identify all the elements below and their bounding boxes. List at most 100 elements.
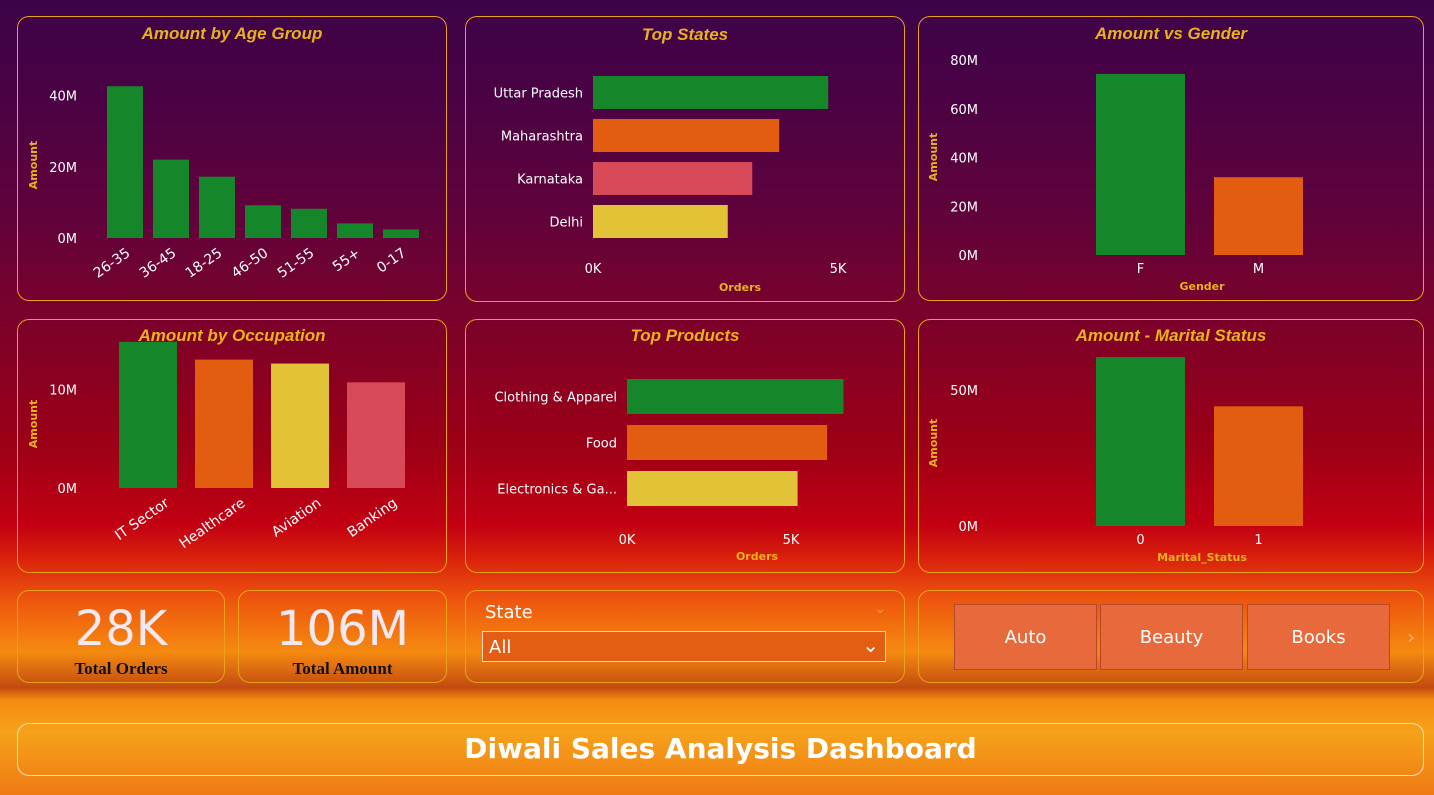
y-tick-label: 40M <box>950 152 978 167</box>
gender-bar-chart[interactable]: 0M 20M 40M 60M 80M Amount F M Gender <box>919 17 1425 302</box>
y-tick-label: 60M <box>950 103 978 118</box>
y-tick-label: 20M <box>49 161 77 176</box>
x-tick-label: 55+ <box>330 245 363 275</box>
bar[interactable] <box>593 76 829 109</box>
chevron-down-icon: ⌄ <box>862 633 879 657</box>
category-tile-books[interactable]: Books <box>1247 604 1390 670</box>
kpi-value: 28K <box>74 601 168 657</box>
state-dropdown[interactable]: All ⌄ <box>482 631 886 662</box>
bar[interactable] <box>383 229 419 238</box>
x-tick-label: 46-50 <box>229 245 272 281</box>
y-tick-label: 0M <box>58 232 78 247</box>
y-tick-label: Clothing & Apparel <box>494 391 617 406</box>
x-axis-title: Orders <box>719 281 762 294</box>
bar[interactable] <box>1214 406 1303 526</box>
bar[interactable] <box>1096 357 1185 526</box>
y-tick-label: 20M <box>950 200 978 215</box>
age-group-bar-chart[interactable]: 0M 20M 40M Amount 26-35 36-45 18-25 46-50 51-55 5… <box>18 17 448 302</box>
y-tick-label: Karnataka <box>517 173 583 188</box>
total-orders-card: 28K Total Orders <box>17 590 225 683</box>
gender-chart-panel: Amount vs Gender 0M 20M 40M 60M 80M Amount F M G… <box>918 16 1424 301</box>
x-tick-label: 0 <box>1136 533 1144 548</box>
tile-label: Beauty <box>1139 626 1204 648</box>
occupation-bar-chart[interactable]: 0M 10M Amount IT Sector Healthcare Aviation Ba… <box>18 320 448 574</box>
y-tick-label: Electronics & Ga... <box>497 483 617 498</box>
slicer-title: State <box>485 602 533 623</box>
bar[interactable] <box>627 471 798 506</box>
dashboard-title-banner: Diwali Sales Analysis Dashboard <box>17 723 1424 776</box>
y-tick-label: Delhi <box>550 216 583 231</box>
x-axis-title: Marital_Status <box>1157 551 1247 564</box>
bar[interactable] <box>291 208 327 238</box>
bar[interactable] <box>1214 177 1303 255</box>
x-tick-label: 0K <box>585 262 602 277</box>
bar[interactable] <box>195 359 253 488</box>
x-tick-label: 26-35 <box>91 245 134 281</box>
x-tick-label: 36-45 <box>137 245 180 281</box>
x-tick-label: 18-25 <box>183 245 226 281</box>
y-axis-title: Amount <box>27 400 40 448</box>
bar[interactable] <box>1096 73 1185 255</box>
x-tick-label: Healthcare <box>177 495 249 552</box>
bar[interactable] <box>593 205 728 238</box>
x-tick-label: 1 <box>1254 533 1262 548</box>
y-tick-label: 0M <box>959 520 979 535</box>
y-tick-label: 0M <box>959 249 979 264</box>
x-tick-label: 5K <box>830 262 847 277</box>
y-axis-title: Amount <box>927 133 940 181</box>
bar[interactable] <box>107 86 143 238</box>
total-amount-card: 106M Total Amount <box>238 590 447 683</box>
x-tick-label: IT Sector <box>112 495 172 544</box>
x-tick-label: 0-17 <box>374 245 409 276</box>
x-tick-label: M <box>1253 262 1264 277</box>
top-products-chart-panel: Top Products Clothing & Apparel Food Elect… <box>465 319 905 573</box>
occupation-chart-panel: Amount by Occupation 0M 10M Amount IT Secto… <box>17 319 447 573</box>
bar[interactable] <box>199 176 235 238</box>
y-tick-label: Maharashtra <box>501 130 583 145</box>
x-tick-label: 0K <box>619 533 636 548</box>
top-states-bar-chart[interactable]: Uttar Pradesh Maharashtra Karnataka Delhi 0K… <box>466 17 906 303</box>
bar[interactable] <box>627 379 844 414</box>
product-category-slicer: Auto Beauty Books › <box>918 590 1424 683</box>
marital-status-bar-chart[interactable]: 0M 50M Amount 0 1 Marital_Status <box>919 320 1425 574</box>
bar[interactable] <box>245 205 281 238</box>
y-tick-label: Uttar Pradesh <box>494 87 583 102</box>
bar[interactable] <box>337 223 373 238</box>
bar[interactable] <box>347 382 405 488</box>
kpi-label: Total Orders <box>74 659 168 678</box>
bar[interactable] <box>271 363 329 488</box>
category-tile-auto[interactable]: Auto <box>954 604 1097 670</box>
y-axis-title: Amount <box>27 141 40 189</box>
y-tick-label: 10M <box>49 383 77 398</box>
dashboard-title: Diwali Sales Analysis Dashboard <box>464 732 977 765</box>
x-tick-label: 51-55 <box>275 245 318 281</box>
kpi-value: 106M <box>275 601 410 657</box>
y-tick-label: Food <box>586 437 617 452</box>
y-axis-title: Amount <box>927 419 940 467</box>
dropdown-selected-value: All <box>489 637 512 658</box>
x-axis-title: Orders <box>736 550 779 563</box>
category-tile-beauty[interactable]: Beauty <box>1100 604 1243 670</box>
y-tick-label: 40M <box>49 90 77 105</box>
x-tick-label: F <box>1137 262 1144 277</box>
x-tick-label: Aviation <box>269 495 324 540</box>
y-tick-label: 50M <box>950 384 978 399</box>
x-tick-label: Banking <box>345 495 401 541</box>
chevron-right-icon[interactable]: › <box>1407 625 1415 649</box>
chevron-down-icon[interactable]: ⌄ <box>874 601 886 617</box>
x-axis-title: Gender <box>1179 280 1225 293</box>
top-states-chart-panel: Top States Uttar Pradesh Maharashtra Karna… <box>465 16 905 302</box>
bar[interactable] <box>593 119 780 152</box>
kpi-label: Total Amount <box>292 659 393 678</box>
state-slicer: State ⌄ All ⌄ <box>465 590 905 683</box>
x-tick-label: 5K <box>783 533 800 548</box>
bar[interactable] <box>153 159 189 238</box>
age-group-chart-panel: Amount by Age Group 0M 20M 40M Amount 26-35 3… <box>17 16 447 301</box>
y-tick-label: 0M <box>58 482 78 497</box>
bar[interactable] <box>119 341 177 488</box>
y-tick-label: 80M <box>950 54 978 69</box>
bar[interactable] <box>593 162 753 195</box>
bar[interactable] <box>627 425 828 460</box>
top-products-bar-chart[interactable]: Clothing & Apparel Food Electronics & Ga..… <box>466 320 906 574</box>
tile-label: Books <box>1291 626 1346 648</box>
